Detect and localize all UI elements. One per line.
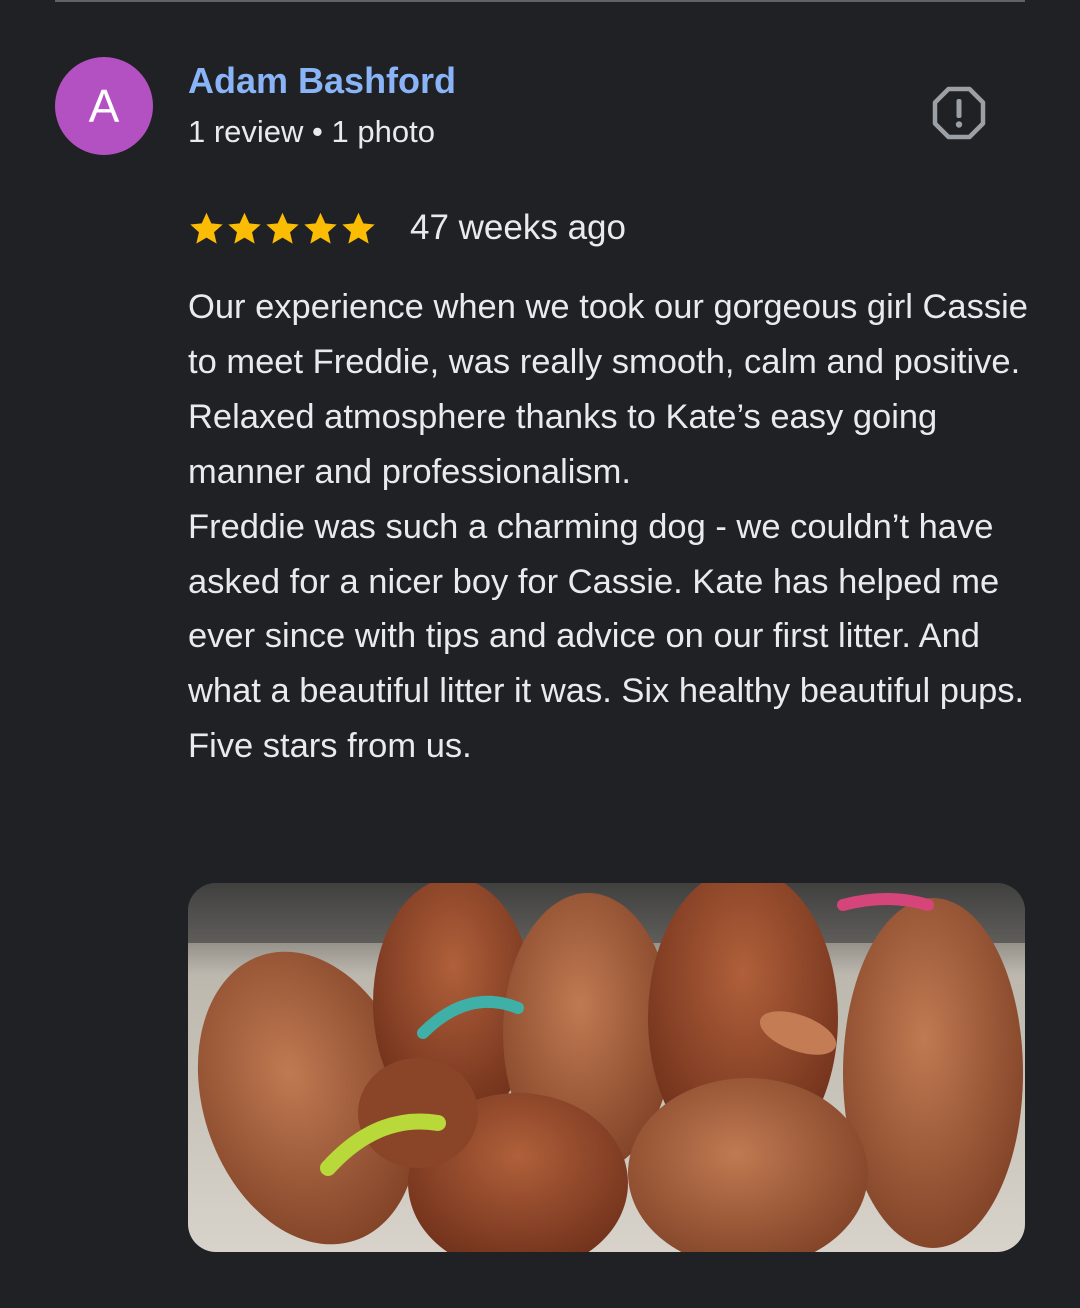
top-divider	[55, 0, 1025, 2]
star-icon	[226, 210, 263, 247]
review-paragraph: Our experience when we took our gorgeous…	[188, 288, 1028, 491]
avatar[interactable]: A	[55, 57, 153, 155]
avatar-letter: A	[88, 80, 120, 132]
star-icon	[302, 210, 339, 247]
report-flag-icon	[932, 86, 986, 140]
puppies-photo	[188, 883, 1025, 1252]
report-review-button[interactable]	[932, 86, 986, 140]
reviewer-name-link[interactable]: Adam Bashford	[188, 58, 456, 104]
rating-row: 47 weeks ago	[188, 200, 626, 256]
review-time: 47 weeks ago	[410, 208, 626, 247]
review-paragraph: Freddie was such a charming dog - we cou…	[188, 507, 1025, 766]
review-photo[interactable]	[188, 883, 1025, 1252]
review-text: Our experience when we took our gorgeous…	[188, 280, 1028, 774]
star-icon	[188, 210, 225, 247]
star-rating	[188, 210, 377, 247]
star-icon	[264, 210, 301, 247]
star-icon	[340, 210, 377, 247]
reviewer-meta[interactable]: 1 review • 1 photo	[188, 112, 435, 152]
